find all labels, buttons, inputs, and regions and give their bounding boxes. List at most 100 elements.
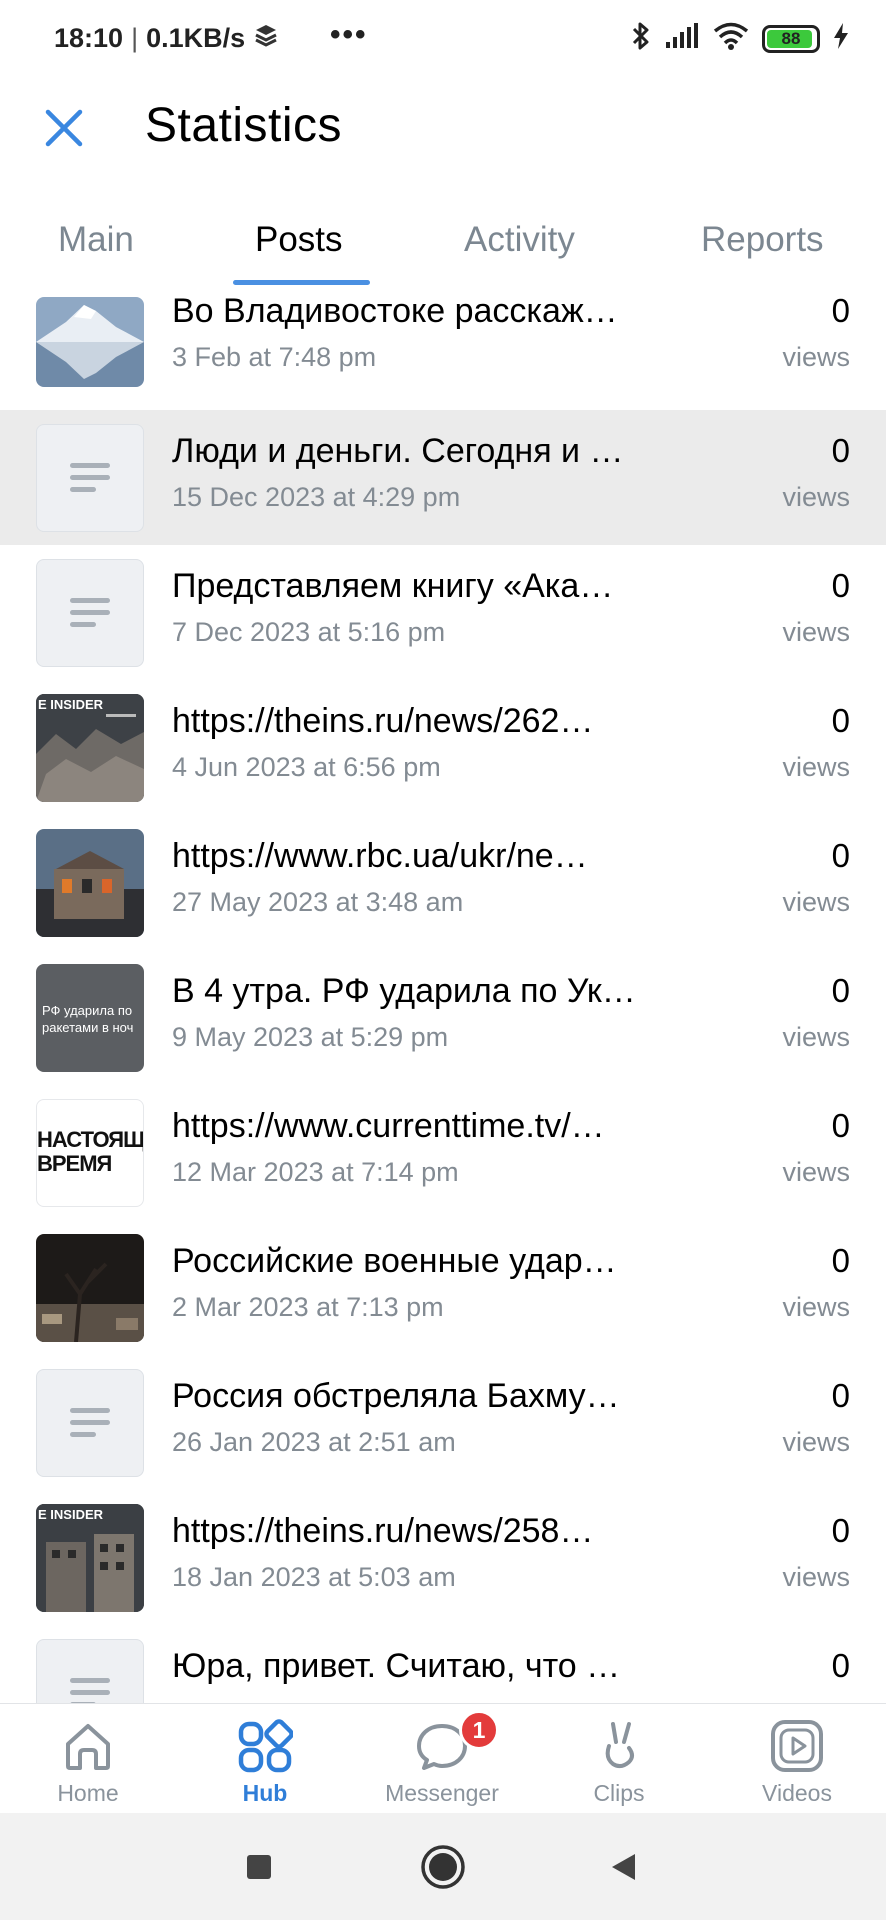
thumbnail-caption: РФ ударила по ракетами в ноч: [42, 1003, 134, 1035]
thumbnail-logo-text: НАСТОЯЩЕЕ ВРЕМЯ: [37, 1128, 144, 1176]
post-views-label: views: [782, 1427, 850, 1457]
nav-videos[interactable]: Videos: [722, 1704, 872, 1814]
nav-videos-label: Videos: [762, 1780, 832, 1806]
videos-icon: [771, 1720, 823, 1772]
recents-button[interactable]: [231, 1839, 287, 1895]
post-title: Российские военные удар…: [172, 1242, 617, 1280]
post-thumbnail: [36, 297, 144, 387]
system-nav-bar: [0, 1813, 886, 1920]
home-icon: [66, 1724, 110, 1770]
active-tab-indicator: [233, 280, 370, 285]
post-date: 27 May 2023 at 3:48 am: [172, 887, 464, 917]
nav-home-label: Home: [57, 1780, 119, 1806]
nav-messenger[interactable]: 1 Messenger: [367, 1704, 517, 1814]
back-button[interactable]: [596, 1839, 652, 1895]
post-date: 26 Jan 2023 at 2:51 am: [172, 1427, 456, 1457]
list-item[interactable]: E INSIDER https://theins.ru/news/262… 4 …: [0, 680, 886, 815]
list-item[interactable]: Российские военные удар… 2 Mar 2023 at 7…: [0, 1220, 886, 1355]
post-title: https://www.currenttime.tv/…: [172, 1107, 605, 1145]
tab-reports[interactable]: Reports: [701, 220, 824, 260]
post-thumbnail: РФ ударила по ракетами в ноч: [36, 964, 144, 1072]
post-thumbnail: E INSIDER: [36, 1504, 144, 1612]
text-post-icon: [70, 598, 110, 627]
status-time: 18:10: [54, 23, 124, 53]
thumbnail-caption: E INSIDER: [38, 1507, 104, 1522]
home-system-button[interactable]: [415, 1839, 471, 1895]
post-views-count: 0: [831, 1377, 850, 1414]
list-item[interactable]: НАСТОЯЩЕЕ ВРЕМЯ https://www.currenttime.…: [0, 1085, 886, 1220]
post-date: 12 Mar 2023 at 7:14 pm: [172, 1157, 459, 1187]
post-views-label: views: [782, 887, 850, 917]
post-thumbnail: [36, 1369, 144, 1477]
tab-main[interactable]: Main: [58, 220, 134, 260]
post-title: Россия обстреляла Бахму…: [172, 1377, 620, 1415]
post-date: 15 Dec 2023 at 4:29 pm: [172, 482, 461, 512]
text-post-icon: [70, 463, 110, 492]
post-views-count: 0: [831, 837, 850, 874]
hub-icon: [238, 1719, 293, 1773]
bluetooth-icon: [630, 20, 652, 57]
post-views-count: 0: [831, 292, 850, 329]
nav-clips-label: Clips: [593, 1780, 645, 1806]
post-title: Люди и деньги. Сегодня и …: [172, 432, 624, 470]
post-views-count: 0: [831, 702, 850, 739]
triangle-back-icon: [612, 1854, 635, 1880]
post-title: https://theins.ru/news/258…: [172, 1512, 594, 1550]
post-views-count: 0: [831, 567, 850, 604]
status-separator: |: [131, 23, 139, 53]
thumbnail-caption: E INSIDER: [38, 697, 104, 712]
close-button[interactable]: [36, 100, 92, 156]
post-views-label: views: [782, 1022, 850, 1052]
post-views-label: views: [782, 1157, 850, 1187]
post-views-count: 0: [831, 1107, 850, 1144]
tab-activity[interactable]: Activity: [464, 220, 575, 260]
post-views-count: 0: [831, 1647, 850, 1684]
status-bar: 18:10 | 0.1KB/s ••• 88: [0, 0, 886, 78]
charging-icon: [832, 22, 850, 55]
list-item[interactable]: Россия обстреляла Бахму… 26 Jan 2023 at …: [0, 1355, 886, 1490]
post-title: https://www.rbc.ua/ukr/ne…: [172, 837, 588, 875]
network-speed: 0.1KB/s: [146, 23, 246, 53]
nav-hub[interactable]: Hub: [190, 1704, 340, 1814]
post-views-label: views: [782, 342, 850, 372]
tab-posts[interactable]: Posts: [255, 220, 343, 260]
post-thumbnail: [36, 1234, 144, 1342]
nav-home[interactable]: Home: [13, 1704, 163, 1814]
list-item[interactable]: Люди и деньги. Сегодня и … 15 Dec 2023 a…: [0, 410, 886, 545]
post-thumbnail: [36, 1639, 144, 1703]
post-views-label: views: [782, 482, 850, 512]
post-views-label: views: [782, 1292, 850, 1322]
post-views-count: 0: [831, 1512, 850, 1549]
nav-hub-label: Hub: [242, 1780, 288, 1806]
post-title: В 4 утра. РФ ударила по Ук…: [172, 972, 636, 1010]
list-item[interactable]: https://www.rbc.ua/ukr/ne… 27 May 2023 a…: [0, 815, 886, 950]
post-views-label: views: [782, 752, 850, 782]
list-item[interactable]: Во Владивостоке расскаж… 3 Feb at 7:48 p…: [0, 290, 886, 425]
list-item[interactable]: Юра, привет. Считаю, что … 0: [0, 1625, 886, 1703]
post-date: 18 Jan 2023 at 5:03 am: [172, 1562, 456, 1592]
text-post-icon: [70, 1408, 110, 1437]
post-views-label: views: [782, 617, 850, 647]
page-title: Statistics: [145, 99, 343, 152]
list-item[interactable]: E INSIDER https://theins.ru/news/258… 18…: [0, 1490, 886, 1625]
post-title: Представляем книгу «Ака…: [172, 567, 614, 605]
post-date: 9 May 2023 at 5:29 pm: [172, 1022, 449, 1052]
battery-icon: 88: [762, 24, 820, 53]
data-saver-icon: [253, 22, 279, 55]
post-thumbnail: E INSIDER: [36, 694, 144, 802]
signal-icon: [664, 22, 700, 55]
post-title: https://theins.ru/news/262…: [172, 702, 594, 740]
nav-clips[interactable]: Clips: [544, 1704, 694, 1814]
close-icon: [45, 109, 83, 147]
header: Statistics: [0, 78, 886, 178]
messenger-badge: 1: [459, 1710, 499, 1750]
post-views-label: views: [782, 1562, 850, 1592]
post-views-count: 0: [831, 432, 850, 469]
battery-level: 88: [781, 28, 801, 48]
list-item[interactable]: Представляем книгу «Ака… 7 Dec 2023 at 5…: [0, 545, 886, 680]
posts-list: Во Владивостоке расскаж… 3 Feb at 7:48 p…: [0, 290, 886, 1703]
tab-bar: Main Posts Activity Reports: [0, 210, 886, 290]
post-thumbnail: [36, 424, 144, 532]
post-thumbnail: [36, 829, 144, 937]
list-item[interactable]: РФ ударила по ракетами в ноч В 4 утра. Р…: [0, 950, 886, 1085]
